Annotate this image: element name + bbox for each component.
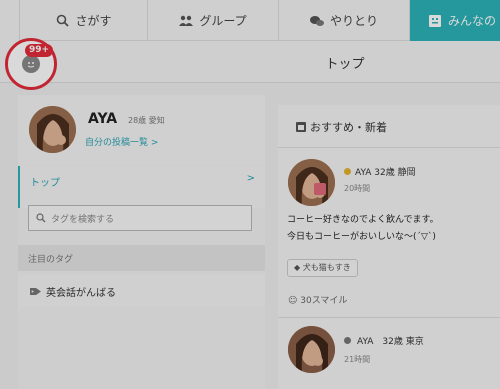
page-header: トップ [0,41,500,83]
tag-icon: ◆ [294,263,303,272]
tag-icon [30,286,41,299]
board-icon [428,14,442,28]
chevron-right-icon: > [246,173,255,184]
post-time: 21時間 [344,355,371,364]
tag-item[interactable]: 英会話がんばる [18,275,265,307]
feed-heading-label: おすすめ・新着 [310,121,387,134]
notification-badge: 99+ [25,44,54,57]
tab-chat-label: やりとり [329,14,378,28]
post-author: AYA 32歳 東京 [357,337,424,347]
post-card[interactable]: AYA 32歳 静岡 20時間 コーヒー好きなのでよく飲んでます。 今日もコーヒ… [278,149,500,307]
sidebar-item-top[interactable]: トップ > [18,166,265,208]
post-time: 20時間 [344,184,371,193]
smile-icon: ☺ [288,296,301,306]
photo-badge-icon [314,183,326,195]
tab-board[interactable]: みんなの [410,0,500,41]
tag-search-input[interactable]: タグを検索する [28,205,252,231]
nav-left-strip [0,0,20,41]
tab-board-label: みんなの [448,14,497,28]
face-icon [22,55,40,73]
tab-search[interactable]: さがす [20,0,148,41]
search-icon [55,14,69,28]
search-icon [36,213,46,226]
top-nav: さがす グループ やりとり みんなの [0,0,500,41]
post-tag-chip[interactable]: ◆ 犬も猫もすき [287,259,358,277]
group-icon [179,14,194,28]
feed-heading: おすすめ・新着 [278,105,500,148]
profile-meta: 28歳 愛知 [128,116,165,125]
post-text-line-2: 今日もコーヒーがおいしいな〜(´▽`) [287,232,436,242]
tab-group[interactable]: グループ [148,0,279,41]
chat-icon [309,14,324,28]
tab-search-label: さがす [75,14,112,28]
calendar-icon [296,121,306,135]
post-avatar[interactable] [288,326,335,373]
avatar[interactable] [29,106,76,153]
post-card[interactable]: AYA 32歳 東京 21時間 [278,317,500,389]
featured-tags-label: 注目のタグ [28,255,74,265]
profile-name: AYA [88,111,118,127]
search-placeholder: タグを検索する [51,215,115,225]
feed-panel: おすすめ・新着 AYA 32歳 静岡 20時間 コーヒー好きなのでよく飲んでます… [278,105,500,389]
page-title: トップ [325,57,365,72]
offline-status-dot [344,337,351,344]
featured-tags-heading: 注目のタグ [18,245,265,271]
sidebar: AYA 28歳 愛知 自分の投稿一覧 > トップ > タグを検索する 注目のタグ… [18,95,265,389]
tab-chat[interactable]: やりとり [279,0,410,41]
online-status-dot [344,168,351,175]
profile-card: AYA 28歳 愛知 自分の投稿一覧 > [18,95,265,165]
my-posts-link[interactable]: 自分の投稿一覧 > [85,135,158,148]
tag-label: 英会話がんばる [46,288,116,299]
sidebar-item-label: トップ [30,178,60,189]
smile-count[interactable]: ☺ 30スマイル [288,293,347,306]
post-author: AYA 32歳 静岡 [355,168,416,178]
post-tag-label: 犬も猫もすき [302,263,351,272]
app: さがす グループ やりとり みんなの トップ 99+ AYA 28歳 愛知 自分… [0,0,500,389]
tab-group-label: グループ [199,14,247,28]
post-text-line-1: コーヒー好きなのでよく飲んでます。 [287,215,439,225]
smile-count-label: 30スマイル [300,296,348,306]
post-avatar[interactable] [288,159,335,206]
